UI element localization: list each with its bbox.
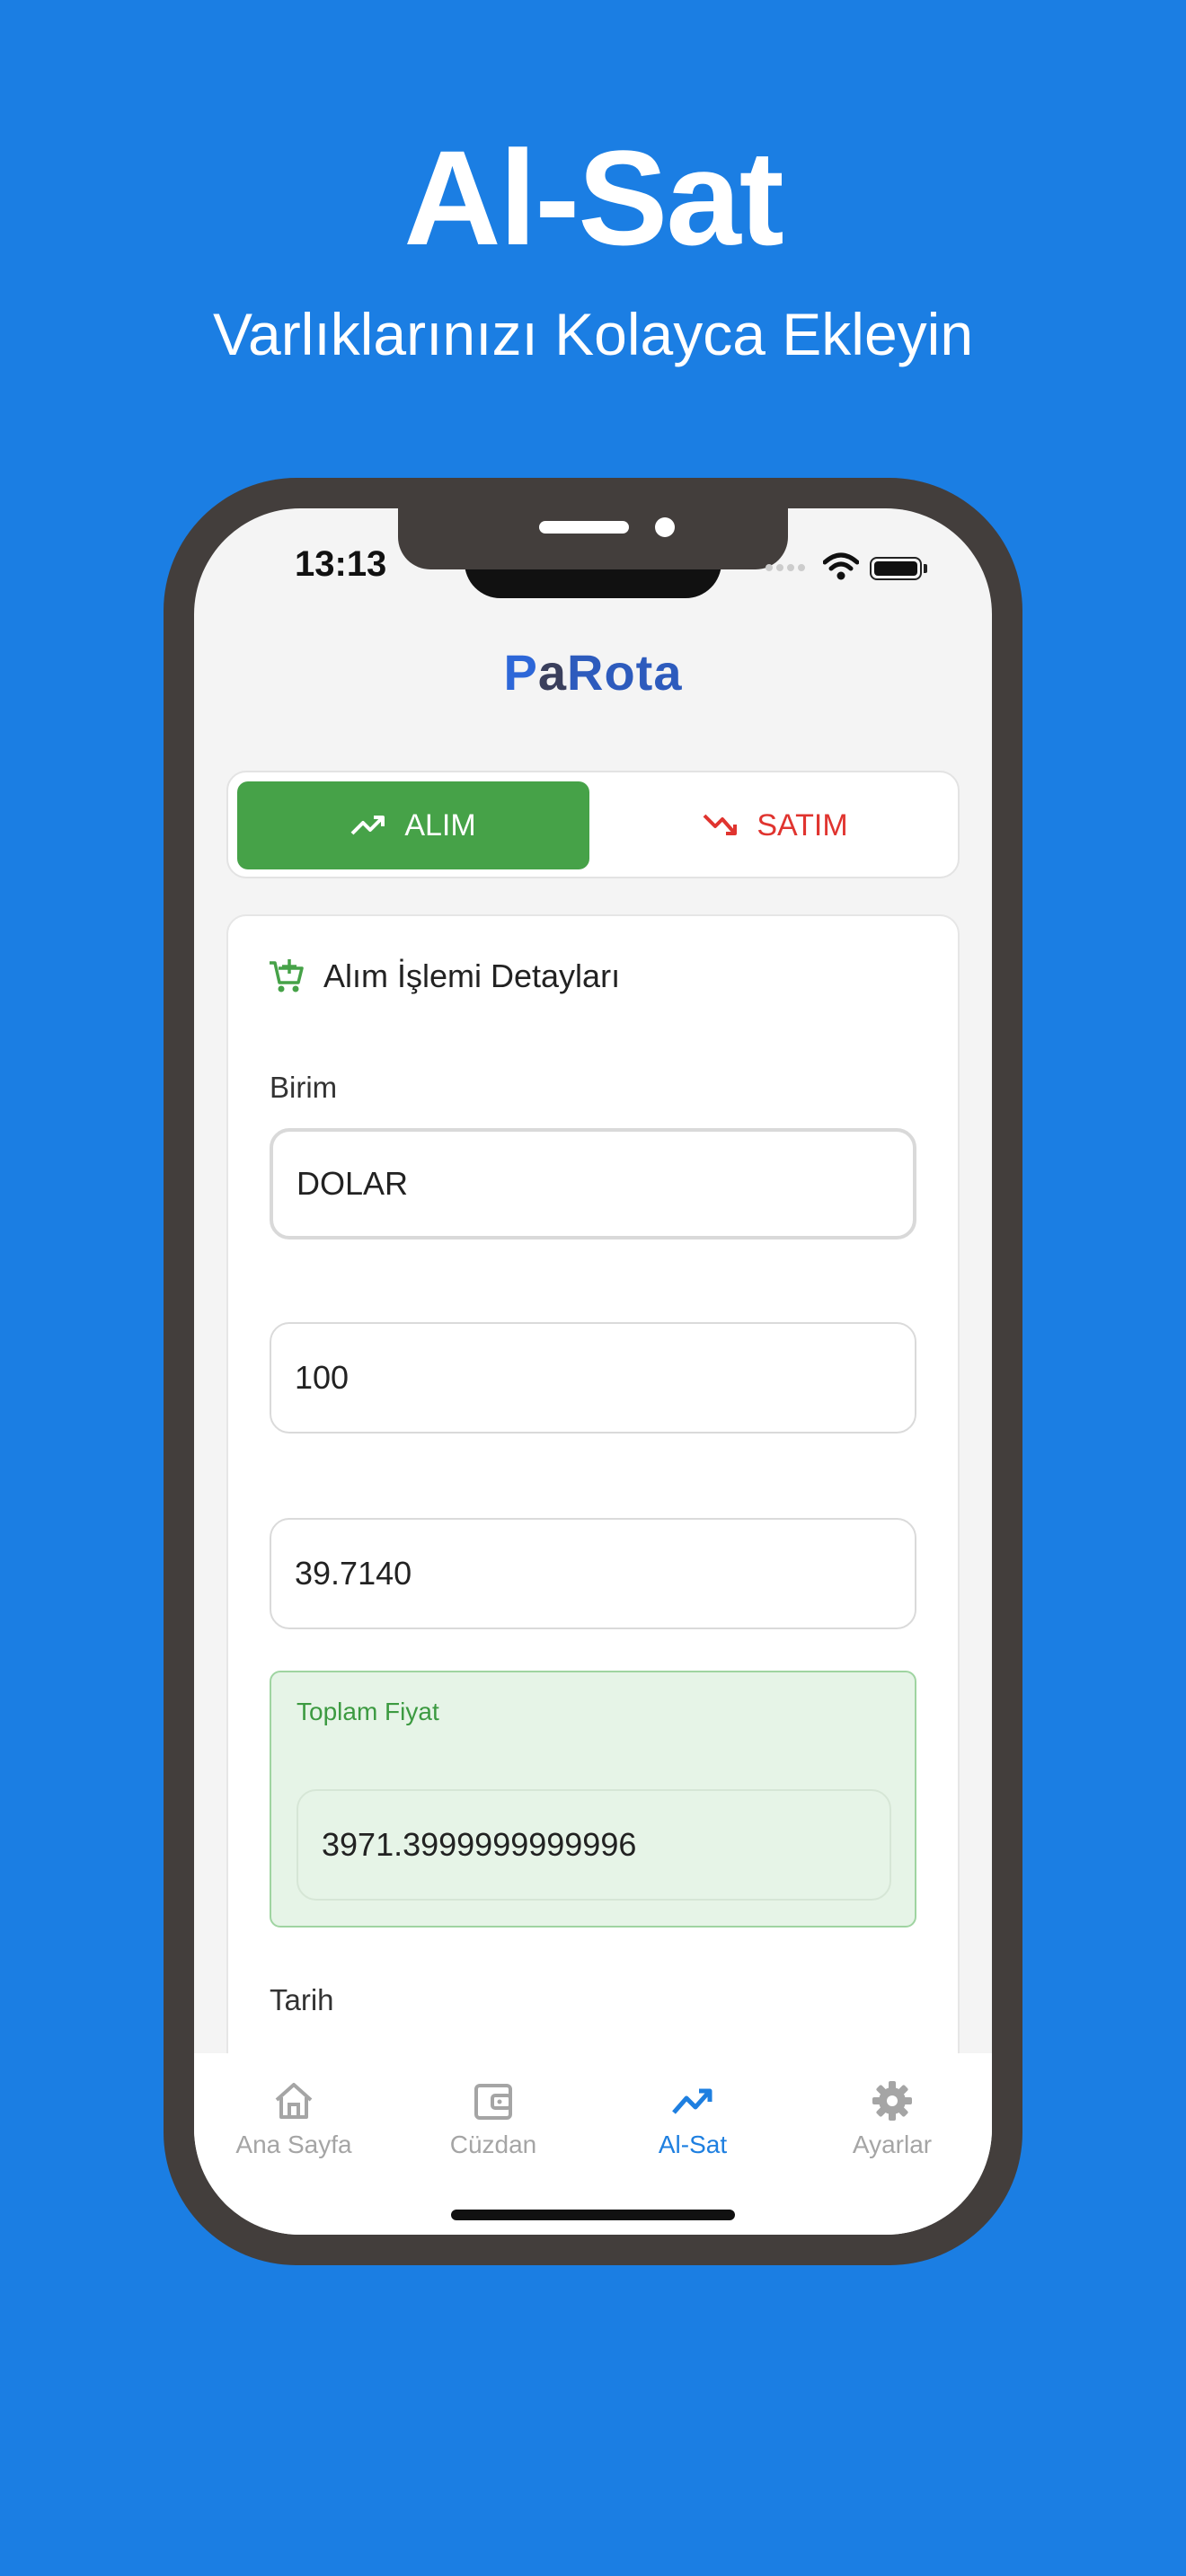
buy-tab[interactable]: ALIM — [237, 781, 589, 869]
phone-frame: 13:13 PaRota ALIM SATIM Alım İşlemi Deta… — [164, 478, 1022, 2265]
nav-label-buy-sell: Al-Sat — [658, 2130, 728, 2158]
hero-title: Al-Sat — [403, 122, 783, 273]
notch — [398, 508, 788, 569]
logo-part-2: a — [537, 644, 568, 701]
total-price-label: Toplam Fiyat — [296, 1698, 439, 1725]
sell-tab-label: SATIM — [757, 807, 848, 842]
date-label: Tarih — [270, 1983, 334, 2016]
status-time: 13:13 — [295, 544, 387, 584]
unit-value: DOLAR — [296, 1165, 409, 1202]
total-price-field: 3971.3999999999996 — [296, 1789, 891, 1901]
nav-label-wallet: Cüzdan — [449, 2130, 537, 2158]
nav-label-home: Ana Sayfa — [235, 2130, 352, 2158]
battery-icon — [870, 557, 922, 580]
buy-sell-toggle: ALIM SATIM — [226, 771, 960, 878]
nav-item-home[interactable]: Ana Sayfa — [194, 2078, 394, 2159]
camera — [655, 517, 675, 537]
wifi-icon — [823, 552, 859, 580]
price-field[interactable]: 39.7140 — [270, 1518, 916, 1629]
bottom-navigation: Ana Sayfa Cüzdan Al-Sat Ayarlar — [194, 2053, 992, 2235]
wallet-icon — [474, 2084, 512, 2120]
transaction-card: Alım İşlemi Detayları Birim DOLAR 100 39… — [226, 914, 960, 2172]
cart-plus-icon — [270, 959, 304, 992]
phone-screen: 13:13 PaRota ALIM SATIM Alım İşlemi Deta… — [194, 508, 992, 2235]
price-value: 39.7140 — [295, 1555, 412, 1592]
nav-label-settings: Ayarlar — [852, 2130, 933, 2158]
logo-part-1: P — [503, 644, 538, 701]
signal-icon — [766, 564, 807, 573]
nav-item-wallet[interactable]: Cüzdan — [394, 2078, 593, 2159]
battery-tip — [924, 564, 927, 573]
gear-icon — [872, 2081, 912, 2121]
buy-tab-label: ALIM — [404, 807, 476, 842]
status-icons — [766, 551, 945, 582]
amount-field[interactable]: 100 — [270, 1322, 916, 1434]
app-logo: PaRota — [194, 643, 992, 701]
sell-tab[interactable]: SATIM — [598, 781, 952, 869]
amount-value: 100 — [295, 1359, 350, 1396]
total-price-box: Toplam Fiyat 3971.3999999999996 — [270, 1671, 916, 1928]
trending-up-icon — [672, 2088, 712, 2114]
hero-subtitle: Varlıklarınızı Kolayca Ekleyin — [212, 301, 974, 367]
trending-down-icon — [703, 814, 738, 835]
card-title: Alım İşlemi Detayları — [323, 957, 621, 994]
unit-label: Birim — [270, 1071, 338, 1104]
trending-up-icon — [350, 816, 385, 835]
nav-item-settings[interactable]: Ayarlar — [792, 2078, 992, 2159]
total-price-value: 3971.3999999999996 — [322, 1826, 637, 1863]
nav-item-buy-sell[interactable]: Al-Sat — [593, 2078, 792, 2159]
logo-part-3: Rota — [567, 644, 683, 701]
speaker — [539, 521, 629, 534]
unit-field[interactable]: DOLAR — [270, 1128, 916, 1239]
card-header: Alım İşlemi Detayları — [268, 957, 620, 995]
home-indicator[interactable] — [451, 2210, 735, 2220]
home-icon — [275, 2083, 313, 2119]
